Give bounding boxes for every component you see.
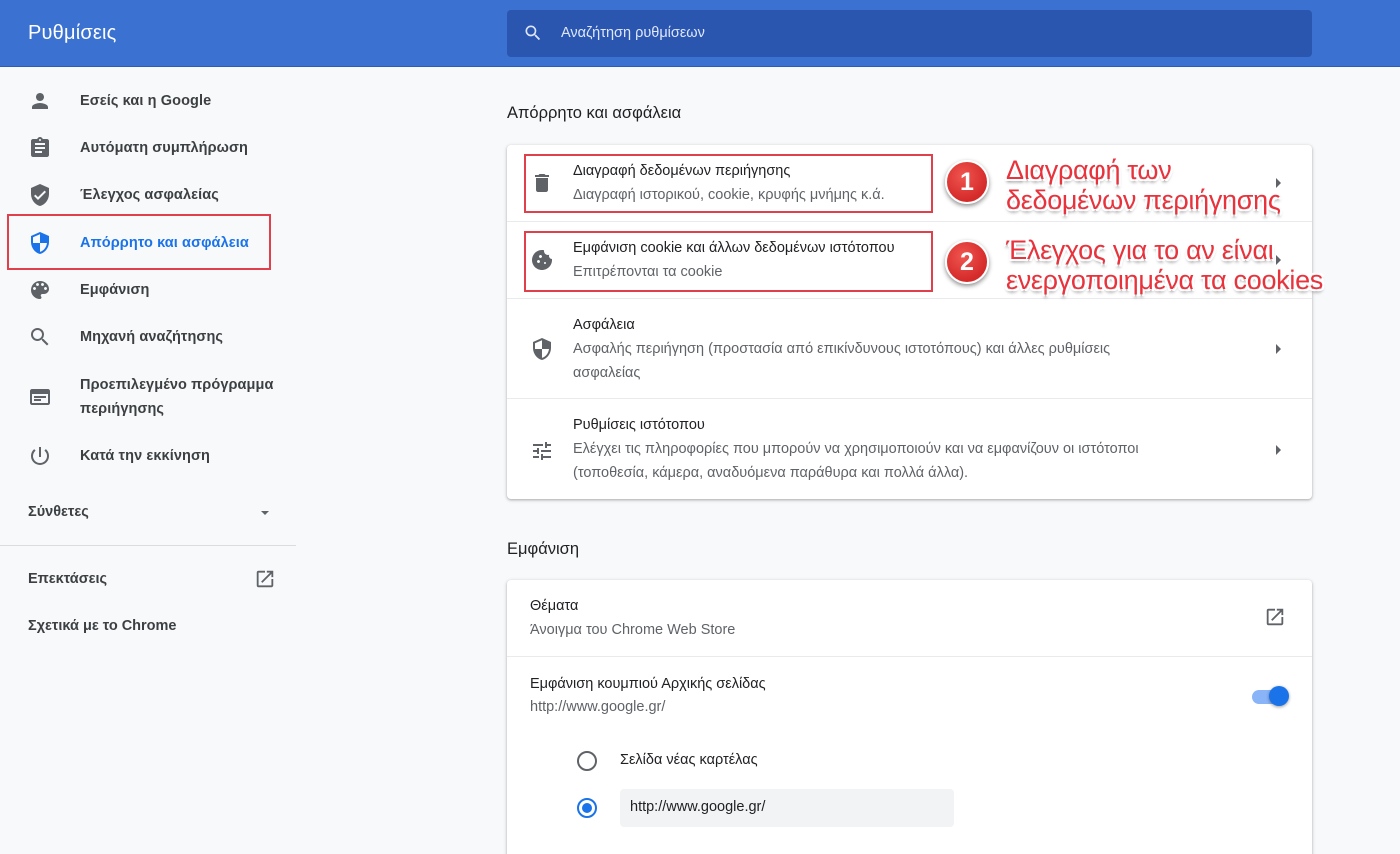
search-placeholder: Αναζήτηση ρυθμίσεων: [561, 25, 705, 41]
sidebar-item-safety-check[interactable]: Έλεγχος ασφαλείας: [0, 183, 296, 207]
browser-window-icon: [30, 389, 50, 405]
search-icon: [31, 328, 49, 346]
sidebar: Εσείς και η Google Αυτόματη συμπλήρωση Έ…: [0, 67, 296, 854]
chevron-down-icon[interactable]: [258, 508, 272, 518]
home-button-toggle-knob[interactable]: [1269, 686, 1289, 706]
sidebar-item-label: Αυτόματη συμπλήρωση: [80, 140, 248, 156]
row-title: Ασφάλεια: [573, 317, 635, 333]
chevron-right-icon: [1276, 255, 1281, 265]
highlight-box-cookies: [524, 231, 933, 292]
annotation-text-2-line2: ενεργοποιημένα τα cookies: [1006, 265, 1323, 295]
clipboard-icon: [31, 137, 49, 157]
row-subtitle: Άνοιγμα του Chrome Web Store: [530, 622, 736, 638]
sidebar-item-label: Κατά την εκκίνηση: [80, 448, 210, 464]
sidebar-item-you-and-google[interactable]: Εσείς και η Google: [0, 89, 296, 113]
open-external-icon[interactable]: [1264, 606, 1286, 628]
row-subtitle: Ασφαλής περιήγηση (προστασία από επικίνδ…: [573, 341, 1111, 357]
power-icon: [30, 447, 49, 465]
home-url-value: http://www.google.gr/: [630, 799, 766, 815]
page-title: Ρυθμίσεις: [28, 22, 117, 44]
home-button-title: Εμφάνιση κουμπιού Αρχικής σελίδας: [530, 676, 766, 692]
radio-new-tab-page[interactable]: [577, 751, 597, 771]
sidebar-item-search-engine[interactable]: Μηχανή αναζήτησης: [0, 325, 296, 349]
row-title: Θέματα: [530, 598, 579, 614]
privacy-section-title: Απόρρητο και ασφάλεια: [507, 104, 682, 122]
row-subtitle-line2: ασφαλείας: [573, 365, 641, 381]
sidebar-item-label: Μηχανή αναζήτησης: [80, 329, 224, 345]
row-subtitle-line2: (τοποθεσία, κάμερα, αναδυόμενα παράθυρα …: [573, 465, 969, 481]
tune-icon: [533, 442, 551, 460]
open-external-icon[interactable]: [254, 568, 276, 590]
search-icon: [525, 25, 541, 41]
appearance-section-title: Εμφάνιση: [507, 540, 580, 558]
sidebar-item-label: Έλεγχος ασφαλείας: [80, 187, 219, 203]
row-subtitle: Ελέγχει τις πληροφορίες που μπορούν να χ…: [573, 441, 1139, 457]
advanced-toggle[interactable]: Σύνθετες: [28, 504, 89, 520]
sidebar-item-autofill[interactable]: Αυτόματη συμπλήρωση: [0, 136, 296, 160]
site-settings-row[interactable]: Ρυθμίσεις ιστότοπου Ελέγχει τις πληροφορ…: [507, 399, 1312, 499]
top-bar: Ρυθμίσεις Αναζήτηση ρυθμίσεων: [0, 0, 1400, 67]
chevron-right-icon: [1276, 344, 1281, 354]
about-chrome-link[interactable]: Σχετικά με το Chrome: [28, 618, 177, 634]
sidebar-item-default-browser[interactable]: Προεπιλεγμένο πρόγραμμα περιήγησης: [0, 373, 296, 421]
palette-icon: [31, 281, 49, 299]
row-divider: [507, 656, 1312, 657]
sidebar-item-label: Εμφάνιση: [80, 282, 150, 298]
sidebar-item-label: Προεπιλεγμένο πρόγραμμα: [80, 377, 274, 393]
chevron-right-icon: [1276, 445, 1281, 455]
annotation-badge-2: 2: [945, 240, 989, 284]
sidebar-item-appearance[interactable]: Εμφάνιση: [0, 278, 296, 302]
shield-check-icon: [31, 184, 49, 206]
person-icon: [32, 93, 48, 109]
radio-new-tab-label: Σελίδα νέας καρτέλας: [620, 752, 758, 768]
themes-row[interactable]: Θέματα Άνοιγμα του Chrome Web Store: [507, 580, 1312, 656]
annotation-text-1: Διαγραφή των: [1006, 155, 1172, 185]
highlight-box-sidebar: [7, 214, 271, 270]
annotation-badge-1: 1: [945, 160, 989, 204]
extensions-link[interactable]: Επεκτάσεις: [28, 571, 107, 587]
sidebar-item-label: Εσείς και η Google: [80, 93, 212, 109]
annotation-text-2: Έλεγχος για το αν είναι: [1006, 235, 1274, 265]
security-shield-icon: [533, 338, 551, 360]
home-url-input[interactable]: http://www.google.gr/: [620, 789, 954, 827]
sidebar-item-on-startup[interactable]: Κατά την εκκίνηση: [0, 444, 296, 468]
appearance-card: Θέματα Άνοιγμα του Chrome Web Store Εμφά…: [507, 580, 1312, 854]
annotation-text-1-line2: δεδομένων περιήγησης: [1006, 185, 1281, 215]
highlight-box-clear-data: [524, 154, 933, 213]
search-input[interactable]: Αναζήτηση ρυθμίσεων: [507, 10, 1312, 57]
sidebar-item-label-line2: περιήγησης: [80, 401, 165, 417]
home-button-subtitle: http://www.google.gr/: [530, 699, 666, 715]
security-row[interactable]: Ασφάλεια Ασφαλής περιήγηση (προστασία απ…: [507, 299, 1312, 398]
row-title: Ρυθμίσεις ιστότοπου: [573, 417, 705, 433]
radio-custom-url[interactable]: [577, 798, 597, 818]
sidebar-divider: [0, 545, 296, 546]
